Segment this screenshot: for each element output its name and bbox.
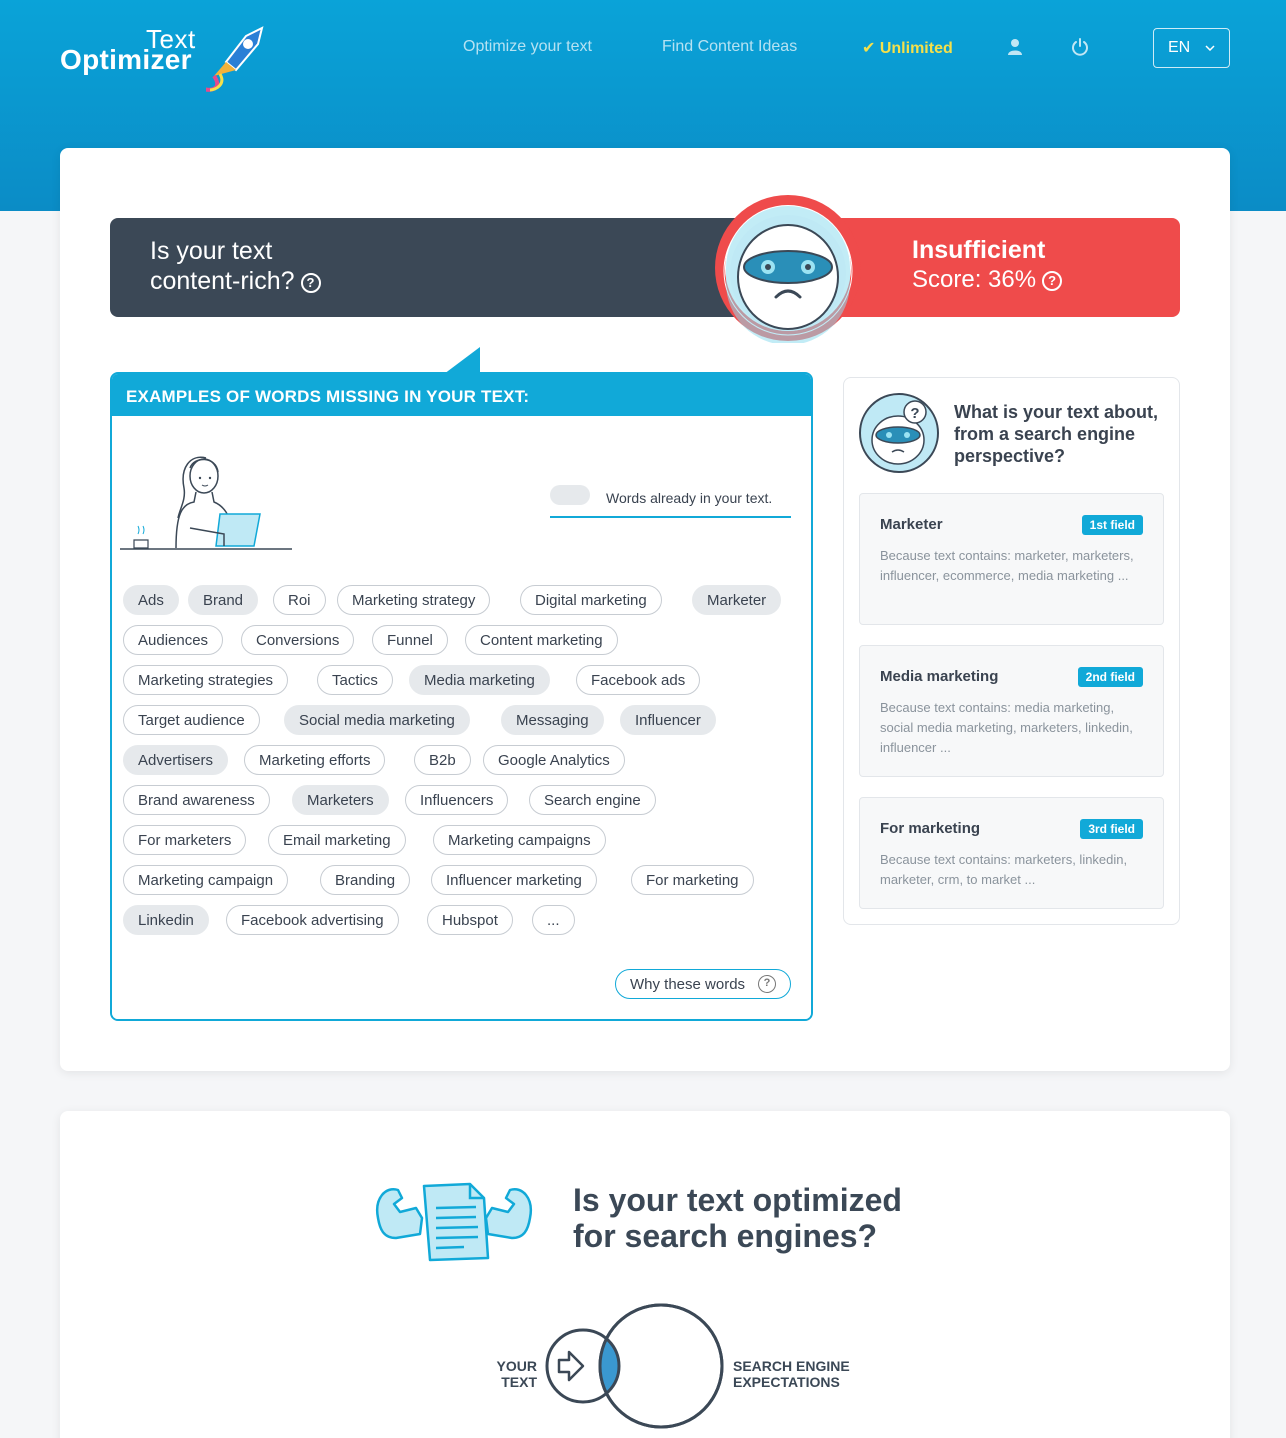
content-rich-question: Is your text content-rich?? [150, 236, 321, 296]
field-name: For marketing [880, 820, 981, 837]
word-chip[interactable]: Influencers [405, 785, 509, 815]
word-chip[interactable]: Marketer [692, 585, 782, 615]
language-value: EN [1168, 39, 1191, 56]
svg-text:?: ? [910, 405, 919, 422]
legend-swatch [550, 485, 590, 505]
word-chip[interactable]: Search engine [529, 785, 656, 815]
strong-document-icon [375, 1182, 533, 1262]
word-chip[interactable]: Marketing strategies [123, 665, 289, 695]
help-icon[interactable]: ? [300, 273, 321, 293]
legend-words-in-text: Words already in your text. [550, 485, 791, 518]
question-line-1: Is your text [150, 237, 273, 265]
help-icon: ? [758, 975, 776, 993]
word-chip[interactable]: Linkedin [123, 905, 209, 935]
field-description: Because text contains: marketer, markete… [880, 548, 1134, 583]
nav-find-content-ideas[interactable]: Find Content Ideas [662, 38, 797, 56]
text-optimizer-logo[interactable]: Text Optimizer [60, 24, 270, 96]
word-chip[interactable]: Funnel [372, 625, 448, 655]
field-description: Because text contains: marketers, linked… [880, 852, 1128, 887]
robot-question-icon: ? [859, 393, 939, 473]
word-chip[interactable]: Marketing campaigns [433, 825, 606, 855]
venn-label-search-engine: SEARCH ENGINE EXPECTATIONS [733, 1358, 850, 1390]
panel-pointer [444, 347, 480, 374]
score-status: Insufficient [912, 236, 1046, 264]
logo-text-main: Optimizer [60, 44, 192, 75]
chevron-down-icon [1205, 45, 1215, 51]
search-engine-title: What is your text about, from a search e… [954, 402, 1159, 466]
word-chip[interactable]: Brand [188, 585, 259, 615]
score-value: Score: 36%? [912, 266, 1063, 294]
word-chip[interactable]: Audiences [123, 625, 224, 655]
word-chip[interactable]: Tactics [317, 665, 393, 695]
field-card-1: Marketer 1st field Because text contains… [859, 493, 1164, 625]
word-chip[interactable]: Ads [123, 585, 179, 615]
nav-optimize-text[interactable]: Optimize your text [463, 38, 592, 56]
word-chip[interactable]: Social media marketing [284, 705, 470, 735]
field-rank-badge: 2nd field [1077, 667, 1143, 687]
field-rank-badge: 1st field [1081, 515, 1143, 535]
rocket-icon [206, 26, 264, 92]
word-chip[interactable]: Branding [320, 865, 411, 895]
word-chip[interactable]: Hubspot [427, 905, 513, 935]
legend-label: Words already in your text. [606, 490, 773, 506]
nav-unlimited-badge[interactable]: ✔ Unlimited [862, 38, 953, 58]
word-chip[interactable]: Facebook advertising [226, 905, 399, 935]
woman-laptop-illustration [120, 456, 292, 550]
word-chip[interactable]: B2b [414, 745, 471, 775]
word-chip[interactable]: Digital marketing [520, 585, 662, 615]
more-words-chip[interactable]: ... [532, 905, 575, 935]
word-chip[interactable]: Marketing efforts [244, 745, 386, 775]
field-card-3: For marketing 3rd field Because text con… [859, 797, 1164, 909]
word-chip[interactable]: Google Analytics [483, 745, 625, 775]
field-name: Media marketing [880, 668, 999, 685]
missing-words-header: EXAMPLES OF WORDS MISSING IN YOUR TEXT: [112, 374, 811, 416]
word-chip[interactable]: Email marketing [268, 825, 406, 855]
language-select[interactable]: EN [1153, 28, 1230, 68]
sad-robot-icon [715, 195, 861, 343]
word-chip[interactable]: Marketing campaign [123, 865, 289, 895]
word-chip[interactable]: Brand awareness [123, 785, 270, 815]
word-chip[interactable]: Conversions [241, 625, 355, 655]
user-icon[interactable] [1007, 38, 1023, 56]
word-chip[interactable]: For marketers [123, 825, 247, 855]
content-rich-question-banner: Is your text content-rich?? [110, 218, 750, 317]
field-card-2: Media marketing 2nd field Because text c… [859, 645, 1164, 777]
word-chip[interactable]: Influencer marketing [431, 865, 597, 895]
word-chip[interactable]: For marketing [631, 865, 754, 895]
word-chip[interactable]: Roi [273, 585, 326, 615]
power-icon[interactable] [1071, 38, 1089, 56]
why-these-words-button[interactable]: Why these words ? [615, 969, 791, 999]
word-chip[interactable]: Media marketing [409, 665, 550, 695]
word-chip[interactable]: Marketers [292, 785, 389, 815]
field-name: Marketer [880, 516, 943, 533]
question-line-2: content-rich? [150, 267, 295, 295]
score-help-icon[interactable]: ? [1042, 271, 1063, 291]
word-chip[interactable]: Marketing strategy [337, 585, 491, 615]
word-chip[interactable]: Influencer [620, 705, 716, 735]
word-chip[interactable]: Content marketing [465, 625, 618, 655]
word-chip[interactable]: Facebook ads [576, 665, 701, 695]
word-chip[interactable]: Target audience [123, 705, 260, 735]
word-chip[interactable]: Messaging [501, 705, 604, 735]
venn-label-your-text: YOUR TEXT [496, 1358, 537, 1390]
missing-words-heading: EXAMPLES OF WORDS MISSING IN YOUR TEXT: [126, 387, 530, 406]
word-chip[interactable]: Advertisers [123, 745, 229, 775]
seo-section-title: Is your text optimized for search engine… [573, 1182, 902, 1254]
venn-diagram [545, 1303, 724, 1429]
seo-title-line-1: Is your text optimized [573, 1182, 902, 1218]
field-rank-badge: 3rd field [1080, 819, 1143, 839]
why-label: Why these words [630, 976, 746, 993]
field-description: Because text contains: media marketing, … [880, 700, 1133, 755]
seo-title-line-2: for search engines? [573, 1218, 878, 1254]
